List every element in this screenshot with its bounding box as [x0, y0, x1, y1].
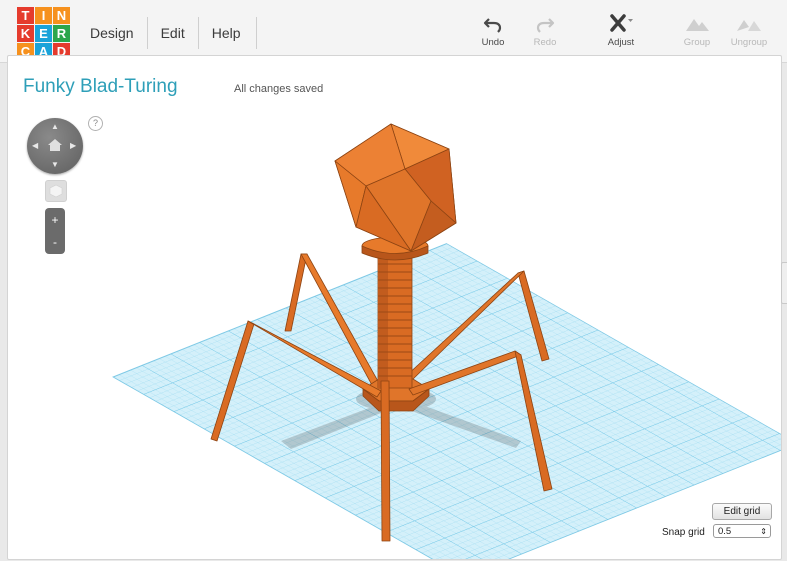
- help-icon[interactable]: ?: [88, 116, 103, 131]
- ungroup-button[interactable]: Ungroup: [724, 14, 774, 48]
- ungroup-icon: [737, 20, 761, 31]
- tinkercad-logo[interactable]: T I N K E R C A D: [17, 7, 71, 61]
- zoom-in-button[interactable]: +: [45, 210, 65, 230]
- logo-letter: R: [53, 25, 70, 42]
- undo-label: Undo: [481, 37, 505, 48]
- workplane-grid[interactable]: [112, 243, 781, 559]
- snap-grid-select[interactable]: 0.5 ⇕: [713, 524, 771, 538]
- snap-grid-value: 0.5: [718, 526, 732, 537]
- top-toolbar: T I N K E R C A D Design Edit Help Undo …: [0, 0, 787, 63]
- save-status: All changes saved: [234, 83, 324, 95]
- cube-icon: [49, 184, 63, 198]
- logo-letter: N: [53, 7, 70, 24]
- redo-label: Redo: [533, 37, 557, 48]
- workspace[interactable]: Funky Blad-Turing All changes saved ▲ ▼ …: [7, 55, 787, 560]
- adjust-label: Adjust: [607, 37, 635, 48]
- menu-edit[interactable]: Edit: [148, 17, 199, 49]
- group-label: Group: [683, 37, 711, 48]
- orbit-up-icon[interactable]: ▲: [51, 123, 59, 131]
- logo-letter: E: [35, 25, 52, 42]
- edit-grid-button[interactable]: Edit grid: [712, 503, 772, 520]
- menu-design[interactable]: Design: [77, 17, 148, 49]
- orbit-left-icon[interactable]: ◀: [32, 142, 38, 150]
- adjust-button[interactable]: Adjust: [596, 14, 646, 48]
- undo-icon: [483, 18, 502, 33]
- logo-letter: T: [17, 7, 34, 24]
- view-cube[interactable]: [45, 180, 67, 202]
- select-arrows-icon: ⇕: [760, 527, 767, 536]
- redo-button[interactable]: Redo: [520, 14, 570, 48]
- orbit-right-icon[interactable]: ▶: [70, 142, 76, 150]
- snap-grid-label: Snap grid: [662, 527, 705, 538]
- logo-letter: K: [17, 25, 34, 42]
- home-icon[interactable]: [47, 138, 63, 152]
- adjust-icon: [610, 14, 633, 32]
- zoom-out-button[interactable]: -: [45, 232, 65, 252]
- ungroup-label: Ungroup: [730, 37, 768, 48]
- project-title[interactable]: Funky Blad-Turing: [23, 76, 178, 98]
- side-panel-toggle[interactable]: [781, 262, 787, 304]
- undo-button[interactable]: Undo: [468, 14, 518, 48]
- menu-help[interactable]: Help: [199, 17, 257, 49]
- main-menu: Design Edit Help: [77, 17, 257, 49]
- viewport-3d[interactable]: [8, 56, 781, 559]
- logo-letter: I: [35, 7, 52, 24]
- redo-icon: [536, 18, 555, 33]
- orbit-control[interactable]: ▲ ▼ ◀ ▶: [27, 118, 83, 174]
- zoom-control: + -: [45, 208, 65, 254]
- group-button[interactable]: Group: [672, 14, 722, 48]
- orbit-down-icon[interactable]: ▼: [51, 161, 59, 169]
- group-icon: [686, 19, 709, 31]
